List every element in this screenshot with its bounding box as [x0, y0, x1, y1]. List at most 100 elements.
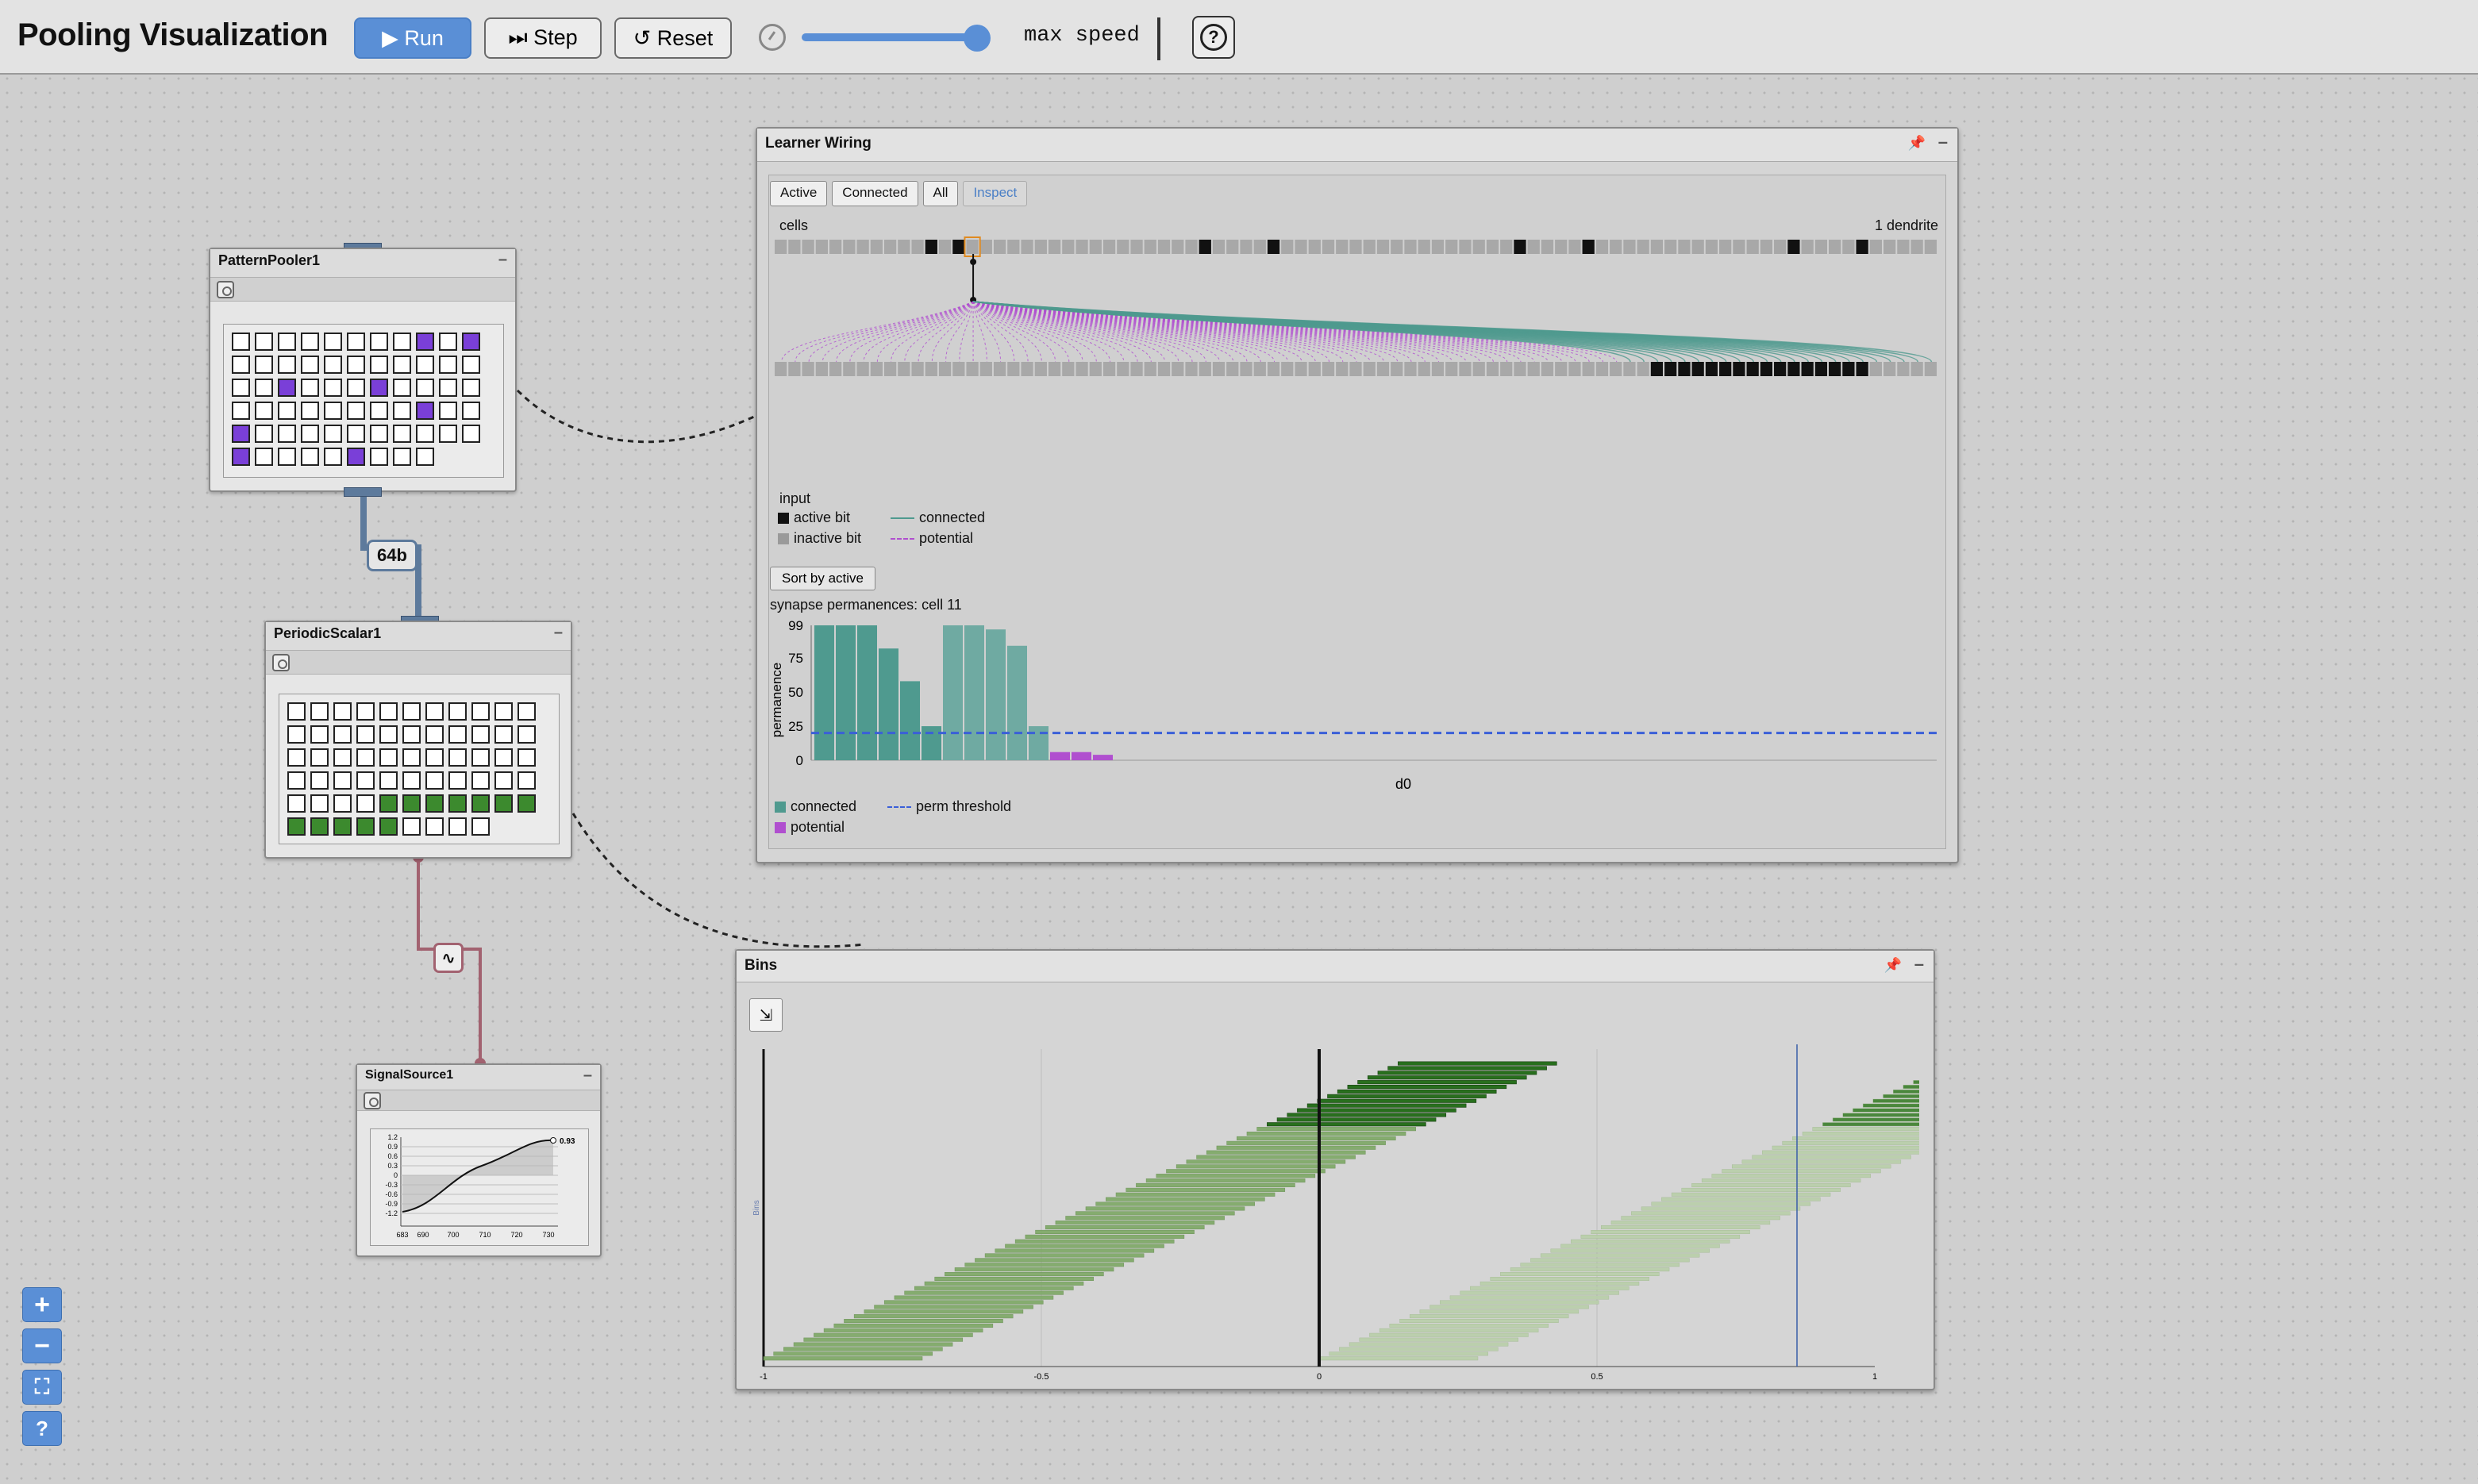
bin-bar-wrap [1772, 1145, 1919, 1150]
bin-bar [1317, 1098, 1477, 1103]
bin-bar-wrap [1822, 1122, 1919, 1127]
signal-source-node[interactable]: SignalSource1 – 1.2 0.9 0.6 0.3 0 -0.3 -0.6 -0.9… [356, 1063, 602, 1257]
bin-bar-wrap [1580, 1234, 1741, 1239]
potential-synapse [904, 301, 974, 363]
panel-header[interactable]: Learner Wiring 📌 – [757, 129, 1957, 162]
grid-cell [402, 748, 421, 767]
grid-cell [416, 333, 434, 351]
cell-bit [1650, 240, 1664, 254]
canvas-help-button[interactable]: ? [22, 1411, 62, 1446]
minimize-icon[interactable]: – [583, 1067, 592, 1085]
cell-bit [1814, 240, 1828, 254]
fit-view-button[interactable]: ⛶ [22, 1370, 62, 1405]
input-bit [1336, 362, 1349, 376]
x-tick-label: 0 [1317, 1372, 1322, 1382]
step-button[interactable]: ⏭ Step [484, 17, 602, 59]
tab-inspect[interactable]: Inspect [963, 181, 1028, 206]
bin-bar [1156, 1174, 1316, 1178]
sort-by-active-button[interactable]: Sort by active [770, 567, 875, 590]
tab-connected[interactable]: Connected [832, 181, 918, 206]
input-bit [1117, 362, 1129, 376]
input-bit [1842, 362, 1855, 376]
speed-gauge-icon [759, 24, 786, 51]
learner-wiring-panel[interactable]: Learner Wiring 📌 – Active Connected All … [756, 127, 1959, 863]
signal-transform-icon[interactable]: ∿ [433, 943, 464, 973]
bin-bar-wrap [1681, 1187, 1841, 1192]
y-tick-label: 25 [788, 719, 803, 734]
bin-bar-wrap [1610, 1221, 1771, 1225]
grid-cell [416, 448, 434, 466]
panel-header[interactable]: Bins 📌 – [737, 951, 1934, 982]
input-bit [1445, 362, 1458, 376]
minimize-icon[interactable]: – [554, 624, 563, 642]
collapse-bins-button[interactable]: ⇲ [749, 998, 783, 1032]
input-bit [1486, 362, 1499, 376]
potential-synapse [931, 301, 974, 363]
settings-icon[interactable] [272, 654, 290, 671]
legend2-threshold-swatch [887, 806, 911, 808]
run-button[interactable]: ▶ Run [354, 17, 471, 59]
minimize-icon[interactable]: – [498, 251, 507, 269]
bins-panel[interactable]: Bins 📌 – ⇲ Bins -1 -0.5 0 0.5 1 [735, 949, 1935, 1390]
bin-bar [823, 1328, 983, 1332]
pin-icon[interactable]: 📌 [1884, 957, 1902, 974]
zoom-out-button[interactable]: − [22, 1328, 62, 1363]
speed-label: max speed [1024, 24, 1140, 48]
tab-active[interactable]: Active [770, 181, 828, 206]
cell-bit [1472, 240, 1485, 254]
input-bit [883, 362, 897, 376]
scalar-cell-grid [279, 694, 560, 844]
bin-bar-wrap [1419, 1309, 1580, 1314]
bin-bar [894, 1295, 1054, 1300]
bin-bar [844, 1318, 1003, 1324]
pattern-pooler-node[interactable]: PatternPooler1 – [209, 248, 517, 492]
bin-bar-wrap [1711, 1174, 1872, 1178]
input-bit [1240, 362, 1252, 376]
pooler-output-port[interactable] [344, 487, 382, 497]
connected-bar [879, 648, 898, 760]
help-button[interactable]: ? [1192, 16, 1235, 59]
bin-bar-wrap [1490, 1277, 1649, 1281]
periodic-scalar-node[interactable]: PeriodicScalar1 – [264, 621, 572, 859]
x-tick-label: 730 [542, 1231, 554, 1239]
settings-icon[interactable] [217, 281, 234, 298]
legend2-connected: connected [791, 798, 857, 814]
speed-slider-track[interactable] [802, 33, 984, 41]
grid-cell [518, 748, 536, 767]
grid-cell [232, 425, 250, 443]
bin-bar [1387, 1066, 1547, 1071]
pin-icon[interactable]: 📌 [1908, 135, 1926, 152]
cell-bit [1199, 240, 1211, 254]
input-bit [979, 362, 992, 376]
input-bit [1733, 362, 1745, 376]
cell-bit [1336, 240, 1349, 254]
legend-inactive-swatch [778, 533, 789, 544]
cell-bit [1719, 240, 1732, 254]
cell-bit [1226, 240, 1239, 254]
bin-bar [964, 1263, 1125, 1267]
input-bit [1814, 362, 1828, 376]
grid-cell [494, 748, 513, 767]
grid-cell [287, 702, 306, 721]
bin-bar-wrap [1671, 1192, 1831, 1197]
grid-cell [324, 425, 342, 443]
minimize-icon[interactable]: – [1938, 132, 1948, 152]
grid-cell [370, 448, 388, 466]
input-bit [1869, 362, 1883, 376]
speed-slider-thumb[interactable] [964, 25, 991, 52]
bin-bar [995, 1248, 1155, 1253]
zoom-in-button[interactable]: + [22, 1287, 62, 1322]
input-bit [788, 362, 801, 376]
input-bit [1705, 362, 1718, 376]
panel-title: Bins [745, 957, 778, 974]
tab-all[interactable]: All [922, 181, 959, 206]
y-tick-label: -0.6 [385, 1190, 398, 1198]
minimize-icon[interactable]: – [1914, 954, 1924, 975]
reset-button[interactable]: ↺ Reset [614, 17, 732, 59]
grid-cell [232, 448, 250, 466]
input-bit [938, 362, 952, 376]
cell-bit [1157, 240, 1171, 254]
settings-icon[interactable] [364, 1092, 381, 1109]
cell-bit [1746, 240, 1759, 254]
input-bit [1595, 362, 1609, 376]
